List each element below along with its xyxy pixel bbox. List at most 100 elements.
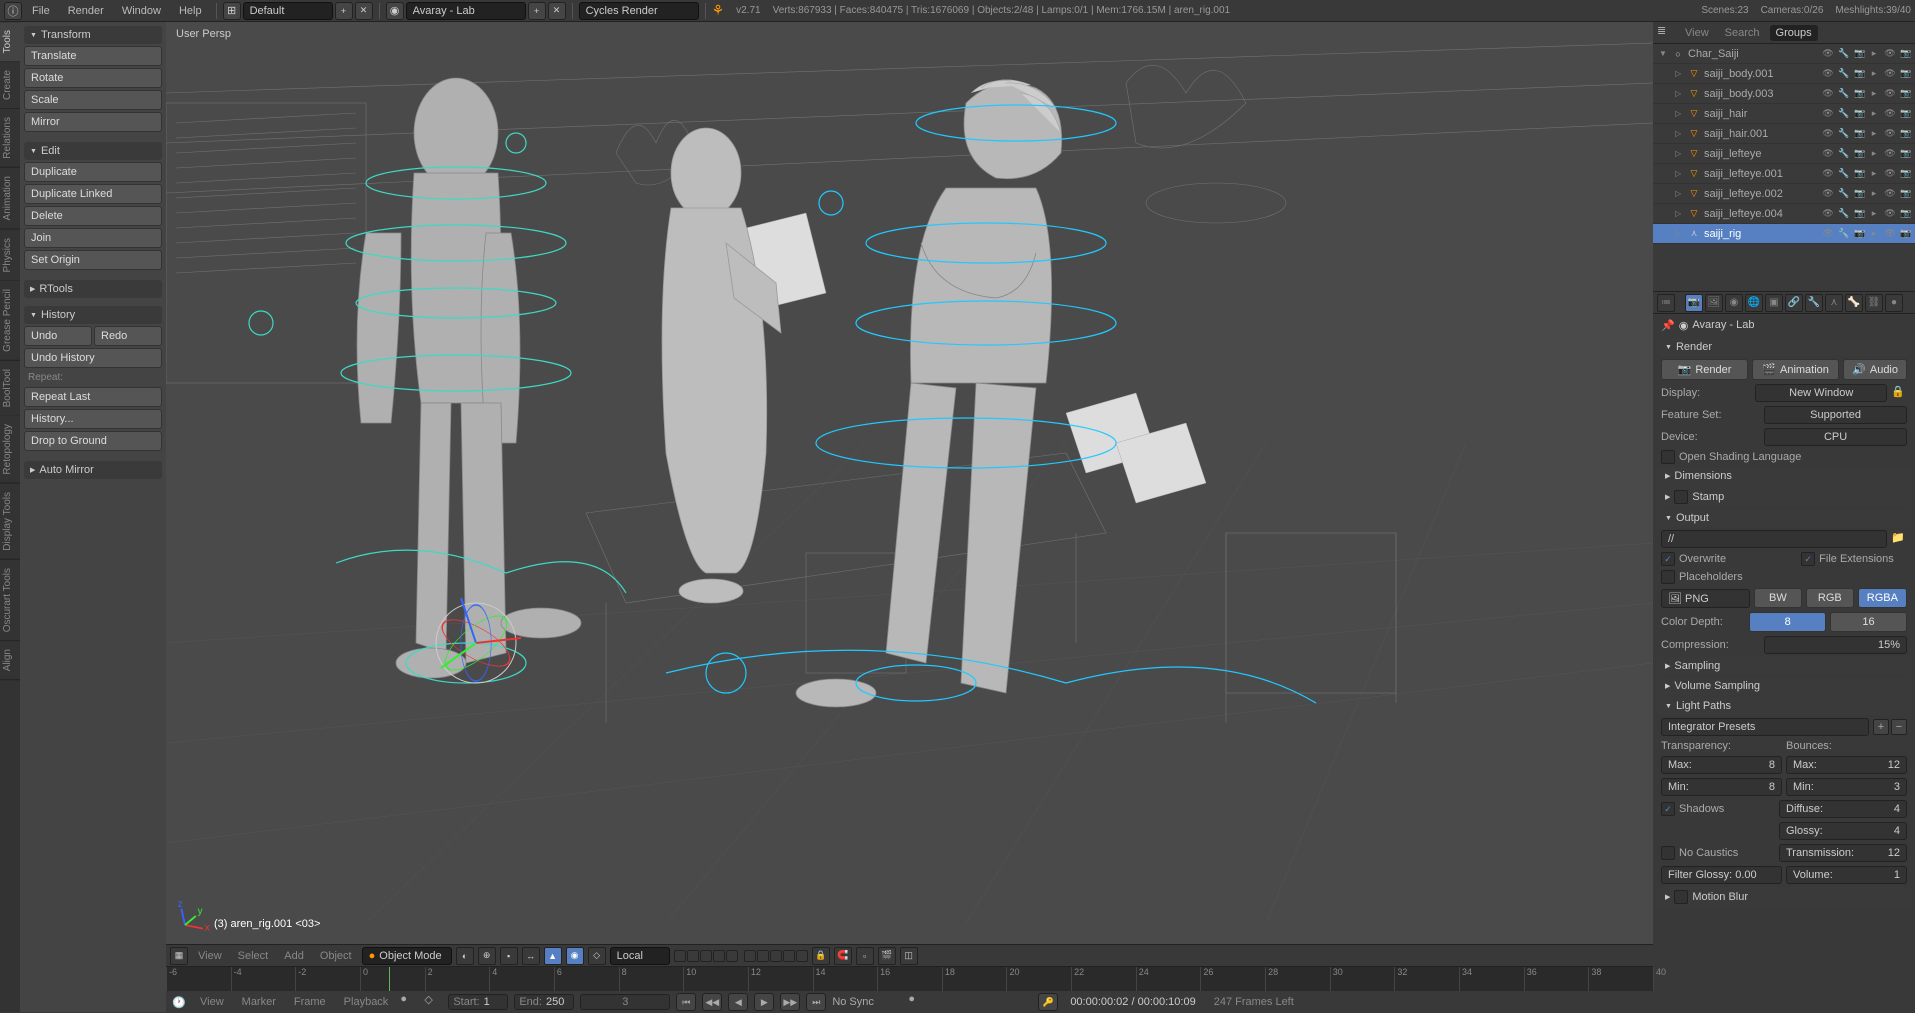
output-path-field[interactable]: // <box>1661 530 1887 548</box>
dimensions-panel-header[interactable]: Dimensions <box>1657 467 1911 485</box>
render-preview-icon[interactable]: 🎬 <box>878 947 896 965</box>
redo-button[interactable]: Redo <box>94 326 162 346</box>
timeline-menu-playback[interactable]: Playback <box>338 994 395 1010</box>
outliner-item[interactable]: ▷ ⋏ saiji_rig 👁🔧📷 ▸👁📷 <box>1653 224 1915 244</box>
prev-keyframe-button[interactable]: ◀◀ <box>702 993 722 1011</box>
display-selector[interactable]: New Window <box>1755 384 1887 402</box>
record-icon[interactable]: ● <box>908 993 926 1011</box>
render-button[interactable]: 📷 Render <box>1661 359 1748 380</box>
current-frame-field[interactable]: 3 <box>580 994 670 1010</box>
motion-blur-panel-header[interactable]: Motion Blur <box>1657 887 1911 907</box>
diffuse-bounces-field[interactable]: Diffuse:4 <box>1779 800 1907 818</box>
rgb-button[interactable]: RGB <box>1806 588 1854 608</box>
outliner-item[interactable]: ▷ ▽ saiji_body.003 👁🔧📷 ▸👁📷 <box>1653 84 1915 104</box>
keyframe-type-icon[interactable]: ◇ <box>424 993 442 1011</box>
play-reverse-button[interactable]: ◀ <box>728 993 748 1011</box>
render-engine-selector[interactable]: Cycles Render <box>579 2 699 20</box>
transparency-max-field[interactable]: Max:8 <box>1661 756 1782 774</box>
view3d-menu-view[interactable]: View <box>192 948 228 964</box>
tab-animation[interactable]: Animation <box>0 168 20 229</box>
auto-mirror-header[interactable]: Auto Mirror <box>24 461 162 479</box>
play-button[interactable]: ▶ <box>754 993 774 1011</box>
tab-render-layers-icon[interactable]: 🖼 <box>1705 294 1723 312</box>
tab-align[interactable]: Align <box>0 641 20 680</box>
delete-button[interactable]: Delete <box>24 206 162 226</box>
transform-panel-header[interactable]: Transform <box>24 26 162 44</box>
remove-scene-button[interactable]: ✕ <box>548 2 566 20</box>
stamp-panel-header[interactable]: Stamp <box>1657 487 1911 507</box>
pin-icon[interactable]: 📌 <box>1661 319 1675 332</box>
depth-16-button[interactable]: 16 <box>1830 612 1907 632</box>
timeline-editor-icon[interactable]: 🕐 <box>170 993 188 1011</box>
output-panel-header[interactable]: Output <box>1657 509 1911 527</box>
menu-help[interactable]: Help <box>171 3 210 19</box>
tab-world-icon[interactable]: 🌐 <box>1745 294 1763 312</box>
timeline-ruler[interactable]: -6-4-20246810121416182022242628303234363… <box>166 967 1653 991</box>
tab-bone-constraint-icon[interactable]: ⛓ <box>1865 294 1883 312</box>
volume-bounces-field[interactable]: Volume:1 <box>1786 866 1907 884</box>
tab-retopology[interactable]: Retopology <box>0 416 20 484</box>
tab-relations[interactable]: Relations <box>0 109 20 168</box>
duplicate-button[interactable]: Duplicate <box>24 162 162 182</box>
outliner-menu-view[interactable]: View <box>1679 25 1715 41</box>
outliner-item[interactable]: ▷ ▽ saiji_hair.001 👁🔧📷 ▸👁📷 <box>1653 124 1915 144</box>
tab-render-icon[interactable]: 📷 <box>1685 294 1703 312</box>
shading-selector-icon[interactable]: ◐ <box>456 947 474 965</box>
bounces-max-field[interactable]: Max:12 <box>1786 756 1907 774</box>
menu-file[interactable]: File <box>24 3 58 19</box>
add-layout-button[interactable]: + <box>335 2 353 20</box>
duplicate-linked-button[interactable]: Duplicate Linked <box>24 184 162 204</box>
join-button[interactable]: Join <box>24 228 162 248</box>
undo-button[interactable]: Undo <box>24 326 92 346</box>
overwrite-checkbox[interactable]: ✓ <box>1661 552 1675 566</box>
view3d-menu-select[interactable]: Select <box>232 948 275 964</box>
auto-keyframe-icon[interactable]: ● <box>400 993 418 1011</box>
tab-tools[interactable]: Tools <box>0 22 20 62</box>
sync-mode-selector[interactable]: No Sync <box>832 996 902 1008</box>
placeholders-checkbox[interactable] <box>1661 570 1675 584</box>
bounces-min-field[interactable]: Min:3 <box>1786 778 1907 796</box>
integrator-presets[interactable]: Integrator Presets <box>1661 718 1869 736</box>
file-extensions-checkbox[interactable]: ✓ <box>1801 552 1815 566</box>
tab-scene-icon[interactable]: ◉ <box>1725 294 1743 312</box>
tab-display-tools[interactable]: Display Tools <box>0 484 20 560</box>
transmission-bounces-field[interactable]: Transmission:12 <box>1779 844 1907 862</box>
history-panel-header[interactable]: History <box>24 306 162 324</box>
info-editor-icon[interactable]: ⓘ <box>4 2 22 20</box>
bw-button[interactable]: BW <box>1754 588 1802 608</box>
outliner-display-mode[interactable]: Groups <box>1770 25 1818 41</box>
drop-to-ground-button[interactable]: Drop to Ground <box>24 431 162 451</box>
timeline-menu-frame[interactable]: Frame <box>288 994 332 1010</box>
outliner-editor-icon[interactable]: ≣ <box>1657 24 1675 42</box>
preset-add-button[interactable]: + <box>1873 719 1889 735</box>
device-selector[interactable]: CPU <box>1764 428 1907 446</box>
view3d-menu-object[interactable]: Object <box>314 948 358 964</box>
outliner-item[interactable]: ▷ ▽ saiji_lefteye.002 👁🔧📷 ▸👁📷 <box>1653 184 1915 204</box>
remove-layout-button[interactable]: ✕ <box>355 2 373 20</box>
menu-render[interactable]: Render <box>60 3 112 19</box>
timeline-menu-view[interactable]: View <box>194 994 230 1010</box>
3d-viewport[interactable]: User Persp (3) aren_rig.001 <03> x z y <box>166 22 1653 944</box>
history-menu-button[interactable]: History... <box>24 409 162 429</box>
glossy-bounces-field[interactable]: Glossy:4 <box>1779 822 1907 840</box>
outliner-item[interactable]: ▷ ▽ saiji_lefteye 👁🔧📷 ▸👁📷 <box>1653 144 1915 164</box>
outliner-item[interactable]: ▷ ▽ saiji_lefteye.004 👁🔧📷 ▸👁📷 <box>1653 204 1915 224</box>
pivot-selector-icon[interactable]: ⊕ <box>478 947 496 965</box>
layer-buttons[interactable] <box>674 950 808 962</box>
outliner-item[interactable]: ▷ ▽ saiji_lefteye.001 👁🔧📷 ▸👁📷 <box>1653 164 1915 184</box>
jump-start-button[interactable]: ⏮ <box>676 993 696 1011</box>
transparency-min-field[interactable]: Min:8 <box>1661 778 1782 796</box>
no-caustics-checkbox[interactable] <box>1661 846 1675 860</box>
start-frame-field[interactable]: Start:1 <box>448 994 508 1010</box>
repeat-last-button[interactable]: Repeat Last <box>24 387 162 407</box>
render-border-icon[interactable]: ◫ <box>900 947 918 965</box>
tab-modifiers-icon[interactable]: 🔧 <box>1805 294 1823 312</box>
set-origin-button[interactable]: Set Origin <box>24 250 162 270</box>
render-panel-header[interactable]: Render <box>1657 338 1911 356</box>
lock-icon[interactable]: 🔒 <box>812 947 830 965</box>
manipulator-scale-icon[interactable]: ◇ <box>588 947 606 965</box>
compression-slider[interactable]: 15% <box>1764 636 1907 654</box>
timeline-menu-marker[interactable]: Marker <box>236 994 282 1010</box>
audio-button[interactable]: 🔊 Audio <box>1843 359 1907 380</box>
preset-remove-button[interactable]: − <box>1891 719 1907 735</box>
